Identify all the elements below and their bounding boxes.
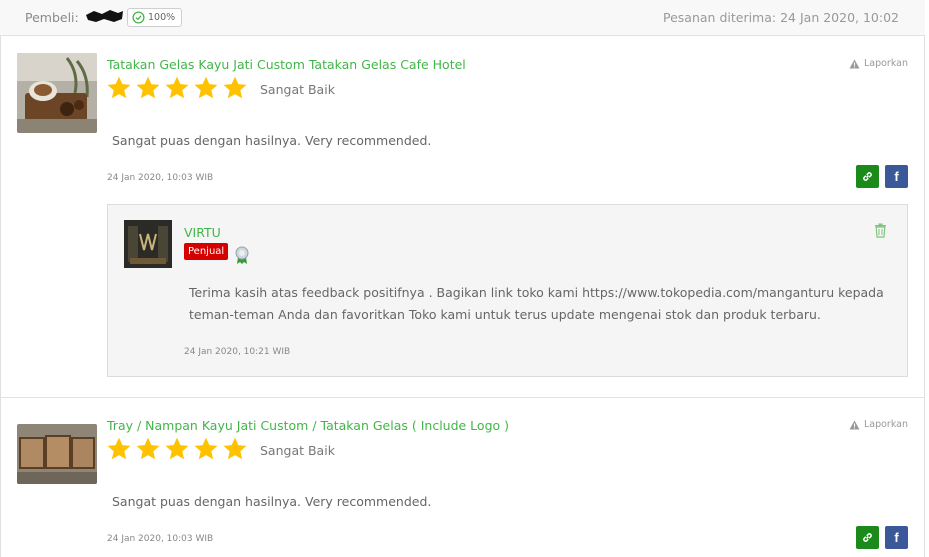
order-header: Pembeli: 100% Pesanan diterima: 24 Jan 2… — [0, 0, 925, 36]
star-icon — [136, 76, 160, 99]
facebook-icon: f — [894, 169, 899, 184]
star-icon — [136, 437, 160, 460]
facebook-icon: f — [894, 530, 899, 545]
star-icon — [194, 437, 218, 460]
report-label: Laporkan — [863, 419, 908, 430]
rating-stars — [106, 75, 248, 101]
review-item: Tatakan Gelas Kayu Jati Custom Tatakan G… — [0, 37, 925, 398]
review-text: Sangat puas dengan hasilnya. Very recomm… — [112, 133, 432, 148]
link-icon — [863, 172, 872, 181]
rating-stars — [106, 436, 248, 462]
review-text: Sangat puas dengan hasilnya. Very recomm… — [112, 494, 432, 509]
review-date: 24 Jan 2020, 10:03 WIB — [107, 173, 214, 183]
product-thumbnail[interactable] — [17, 53, 97, 133]
trash-icon[interactable] — [874, 223, 887, 238]
review-item: Tray / Nampan Kayu Jati Custom / Tatakan… — [0, 398, 925, 557]
seller-role-badge: Penjual — [184, 243, 229, 260]
report-link[interactable]: Laporkan — [849, 419, 908, 430]
reply-date: 24 Jan 2020, 10:21 WIB — [184, 347, 291, 357]
check-circle-icon — [132, 11, 145, 24]
star-icon — [223, 437, 247, 460]
star-icon — [107, 76, 131, 99]
rating-label: Sangat Baik — [260, 443, 335, 458]
received-date: 24 Jan 2020, 10:02 — [780, 10, 899, 25]
star-icon — [107, 437, 131, 460]
product-title-link[interactable]: Tatakan Gelas Kayu Jati Custom Tatakan G… — [107, 57, 466, 72]
warning-icon — [849, 419, 860, 430]
facebook-share-button[interactable]: f — [885, 526, 908, 549]
link-icon — [863, 533, 872, 542]
buyer-label: Pembeli: — [25, 10, 79, 25]
report-label: Laporkan — [863, 58, 908, 69]
product-thumbnail[interactable] — [17, 424, 97, 484]
review-date: 24 Jan 2020, 10:03 WIB — [107, 534, 214, 544]
copy-link-button[interactable] — [856, 165, 879, 188]
reputation-percent: 100% — [148, 12, 176, 23]
rating-label: Sangat Baik — [260, 82, 335, 97]
reply-text: Terima kasih atas feedback positifnya . … — [189, 285, 884, 322]
facebook-share-button[interactable]: f — [885, 165, 908, 188]
star-icon — [165, 437, 189, 460]
star-icon — [223, 76, 247, 99]
copy-link-button[interactable] — [856, 526, 879, 549]
product-title-link[interactable]: Tray / Nampan Kayu Jati Custom / Tatakan… — [107, 418, 509, 433]
reputation-badge[interactable]: 100% — [127, 8, 183, 27]
order-received: Pesanan diterima: 24 Jan 2020, 10:02 — [663, 10, 899, 25]
star-icon — [165, 76, 189, 99]
report-link[interactable]: Laporkan — [849, 58, 908, 69]
received-label: Pesanan diterima: — [663, 10, 777, 25]
star-icon — [194, 76, 218, 99]
seller-avatar[interactable] — [124, 220, 172, 268]
medal-icon — [235, 246, 249, 264]
warning-icon — [849, 58, 860, 69]
redacted-buyer-name — [86, 10, 123, 22]
seller-name[interactable]: VIRTU — [184, 225, 221, 240]
seller-reply: VIRTU Penjual Terima kasih atas feedback… — [107, 204, 908, 377]
